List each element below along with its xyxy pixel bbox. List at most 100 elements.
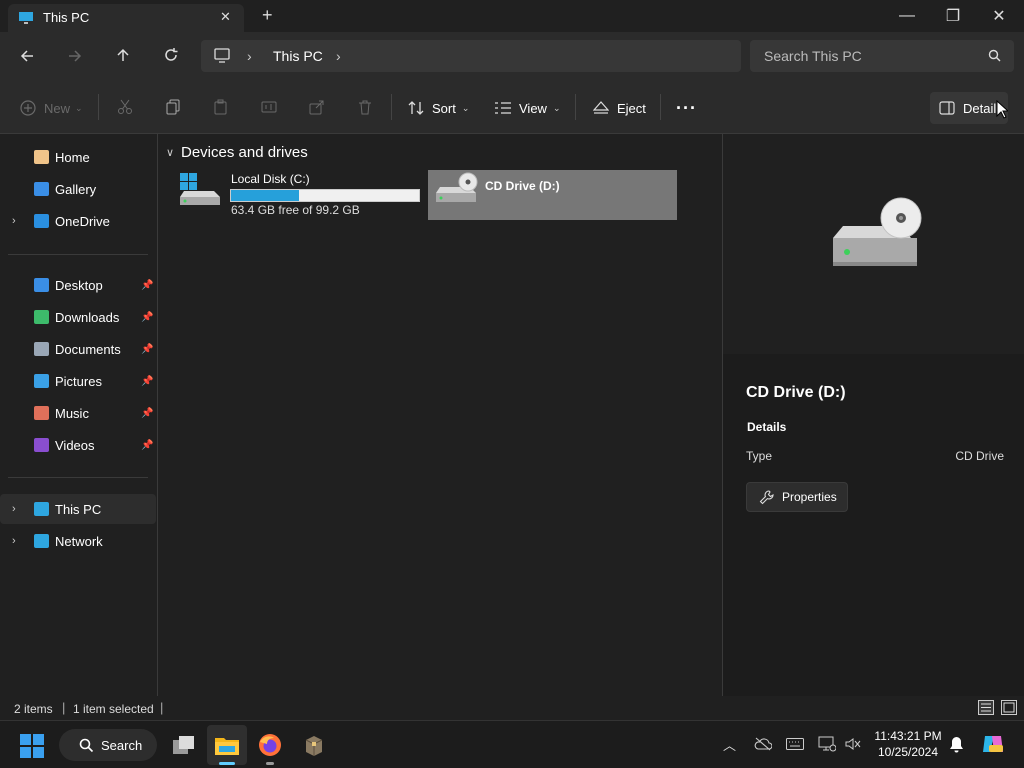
paste-icon[interactable] — [213, 99, 229, 115]
sidebar-item-label: This PC — [55, 501, 102, 517]
details-view-icon[interactable] — [978, 700, 994, 715]
navigation-bar: › This PC › — [0, 32, 1024, 80]
back-arrow-icon[interactable] — [19, 48, 35, 64]
maximize-button[interactable]: ❐ — [930, 0, 976, 32]
eject-label: Eject — [617, 100, 646, 116]
search-input[interactable] — [750, 40, 1014, 72]
eject-button[interactable]: Eject — [593, 94, 646, 122]
network-status-icon[interactable] — [818, 736, 836, 752]
rename-icon[interactable] — [261, 99, 277, 115]
status-bar: 2 items | 1 item selected | — [0, 696, 1024, 720]
taskbar-firefox[interactable] — [252, 725, 288, 765]
volume-muted-icon[interactable] — [845, 737, 861, 751]
search-icon — [79, 738, 94, 752]
drive-c[interactable]: Local Disk (C:) 63.4 GB free of 99.2 GB — [172, 170, 432, 220]
close-window-button[interactable]: ✕ — [976, 0, 1022, 32]
chevron-down-icon[interactable]: ∨ — [166, 146, 174, 159]
chevron-right-icon[interactable]: › — [12, 535, 16, 547]
selection-count: 1 item selected — [73, 702, 154, 716]
chevron-right-icon[interactable]: › — [12, 215, 16, 227]
command-bar: New ⌄ Sort ⌄ View ⌄ Eject ··· Details — [0, 80, 1024, 134]
details-title: CD Drive (D:) — [746, 384, 846, 401]
pin-icon[interactable]: 📌 — [141, 440, 153, 451]
breadcrumb-chevron[interactable]: › — [247, 48, 252, 64]
computer-icon — [19, 12, 33, 24]
copilot-icon[interactable] — [981, 732, 1005, 756]
taskbar-search-label: Search — [101, 737, 143, 753]
cut-icon[interactable] — [117, 99, 133, 115]
cloud-icon — [34, 214, 49, 228]
breadcrumb-chevron[interactable]: › — [336, 48, 341, 64]
taskbar-search-button[interactable]: Search — [59, 729, 157, 761]
chevron-up-icon[interactable]: ︿ — [723, 735, 736, 754]
sidebar-item-pictures[interactable]: Pictures 📌 — [0, 366, 156, 396]
windows-drive-icon — [180, 173, 220, 205]
pin-icon[interactable]: 📌 — [141, 312, 153, 323]
sidebar-item-desktop[interactable]: Desktop 📌 — [0, 270, 156, 300]
up-arrow-icon[interactable] — [115, 47, 131, 63]
sidebar-item-label: Network — [55, 533, 103, 549]
keyboard-icon[interactable] — [786, 738, 804, 750]
clock[interactable]: 11:43:21 PM 10/25/2024 — [872, 729, 944, 759]
sidebar-item-home[interactable]: Home — [0, 142, 156, 172]
tab-title: This PC — [43, 10, 90, 25]
mouse-cursor — [996, 100, 1008, 119]
group-header-devices[interactable]: Devices and drives — [181, 144, 308, 161]
new-tab-button[interactable]: + — [262, 5, 273, 26]
onedrive-off-icon[interactable] — [754, 737, 772, 751]
clock-date: 10/25/2024 — [877, 745, 939, 759]
pin-icon[interactable]: 📌 — [141, 280, 153, 291]
sort-button[interactable]: Sort ⌄ — [407, 94, 469, 122]
pin-icon[interactable]: 📌 — [141, 344, 153, 355]
taskbar-file-explorer[interactable] — [207, 725, 247, 765]
properties-button[interactable]: Properties — [746, 482, 848, 512]
breadcrumb-this-pc[interactable]: This PC — [273, 48, 323, 64]
details-pane: CD Drive (D:) Details Type CD Drive Prop… — [722, 134, 1024, 696]
sidebar-item-documents[interactable]: Documents 📌 — [0, 334, 156, 364]
tiles-view-icon[interactable] — [1001, 700, 1017, 715]
task-view-button[interactable] — [166, 725, 202, 765]
sidebar-item-label: Documents — [55, 341, 121, 357]
taskbar: Search ︿ 11:43:21 PM 10/25/2024 — [0, 720, 1024, 768]
chevron-down-icon: ⌄ — [75, 102, 83, 113]
cd-drive-icon — [436, 172, 478, 202]
sidebar-item-label: Videos — [55, 437, 95, 453]
sidebar-item-onedrive[interactable]: › OneDrive — [0, 206, 156, 236]
taskbar-app[interactable] — [296, 725, 332, 765]
picture-icon — [34, 374, 49, 388]
more-options-button[interactable]: ··· — [676, 94, 697, 122]
pin-icon[interactable]: 📌 — [141, 376, 153, 387]
sidebar-item-this-pc[interactable]: › This PC — [0, 494, 156, 524]
tab-this-pc[interactable]: This PC ✕ — [8, 4, 244, 32]
new-button[interactable]: New ⌄ — [20, 94, 83, 122]
drive-d[interactable]: CD Drive (D:) — [428, 170, 677, 220]
sidebar-item-network[interactable]: › Network — [0, 526, 156, 556]
sidebar-item-videos[interactable]: Videos 📌 — [0, 430, 156, 460]
notification-bell-icon[interactable] — [949, 736, 964, 753]
pin-icon[interactable]: 📌 — [141, 408, 153, 419]
cd-drive-large-icon — [833, 197, 922, 266]
divider: | — [160, 700, 164, 715]
title-bar: This PC ✕ + — ❐ ✕ — [0, 0, 1024, 32]
computer-icon — [34, 502, 49, 516]
start-button[interactable] — [20, 734, 44, 758]
close-tab-button[interactable]: ✕ — [220, 9, 231, 25]
sidebar-item-downloads[interactable]: Downloads 📌 — [0, 302, 156, 332]
chevron-down-icon: ⌄ — [461, 102, 470, 113]
video-icon — [34, 438, 49, 452]
divider — [98, 94, 99, 120]
refresh-icon[interactable] — [163, 47, 179, 63]
minimize-button[interactable]: — — [884, 0, 930, 32]
chevron-right-icon[interactable]: › — [12, 503, 16, 515]
clock-time: 11:43:21 PM — [874, 729, 942, 743]
forward-arrow-icon[interactable] — [67, 48, 83, 64]
sidebar-item-gallery[interactable]: Gallery — [0, 174, 156, 204]
sidebar-item-music[interactable]: Music 📌 — [0, 398, 156, 428]
address-bar[interactable]: › This PC › — [201, 40, 741, 72]
share-icon[interactable] — [309, 99, 325, 115]
drive-c-usage-bar — [230, 189, 420, 202]
delete-icon[interactable] — [357, 99, 373, 115]
view-button[interactable]: View ⌄ — [494, 94, 561, 122]
copy-icon[interactable] — [165, 99, 181, 115]
drive-c-usage-fill — [231, 190, 299, 201]
